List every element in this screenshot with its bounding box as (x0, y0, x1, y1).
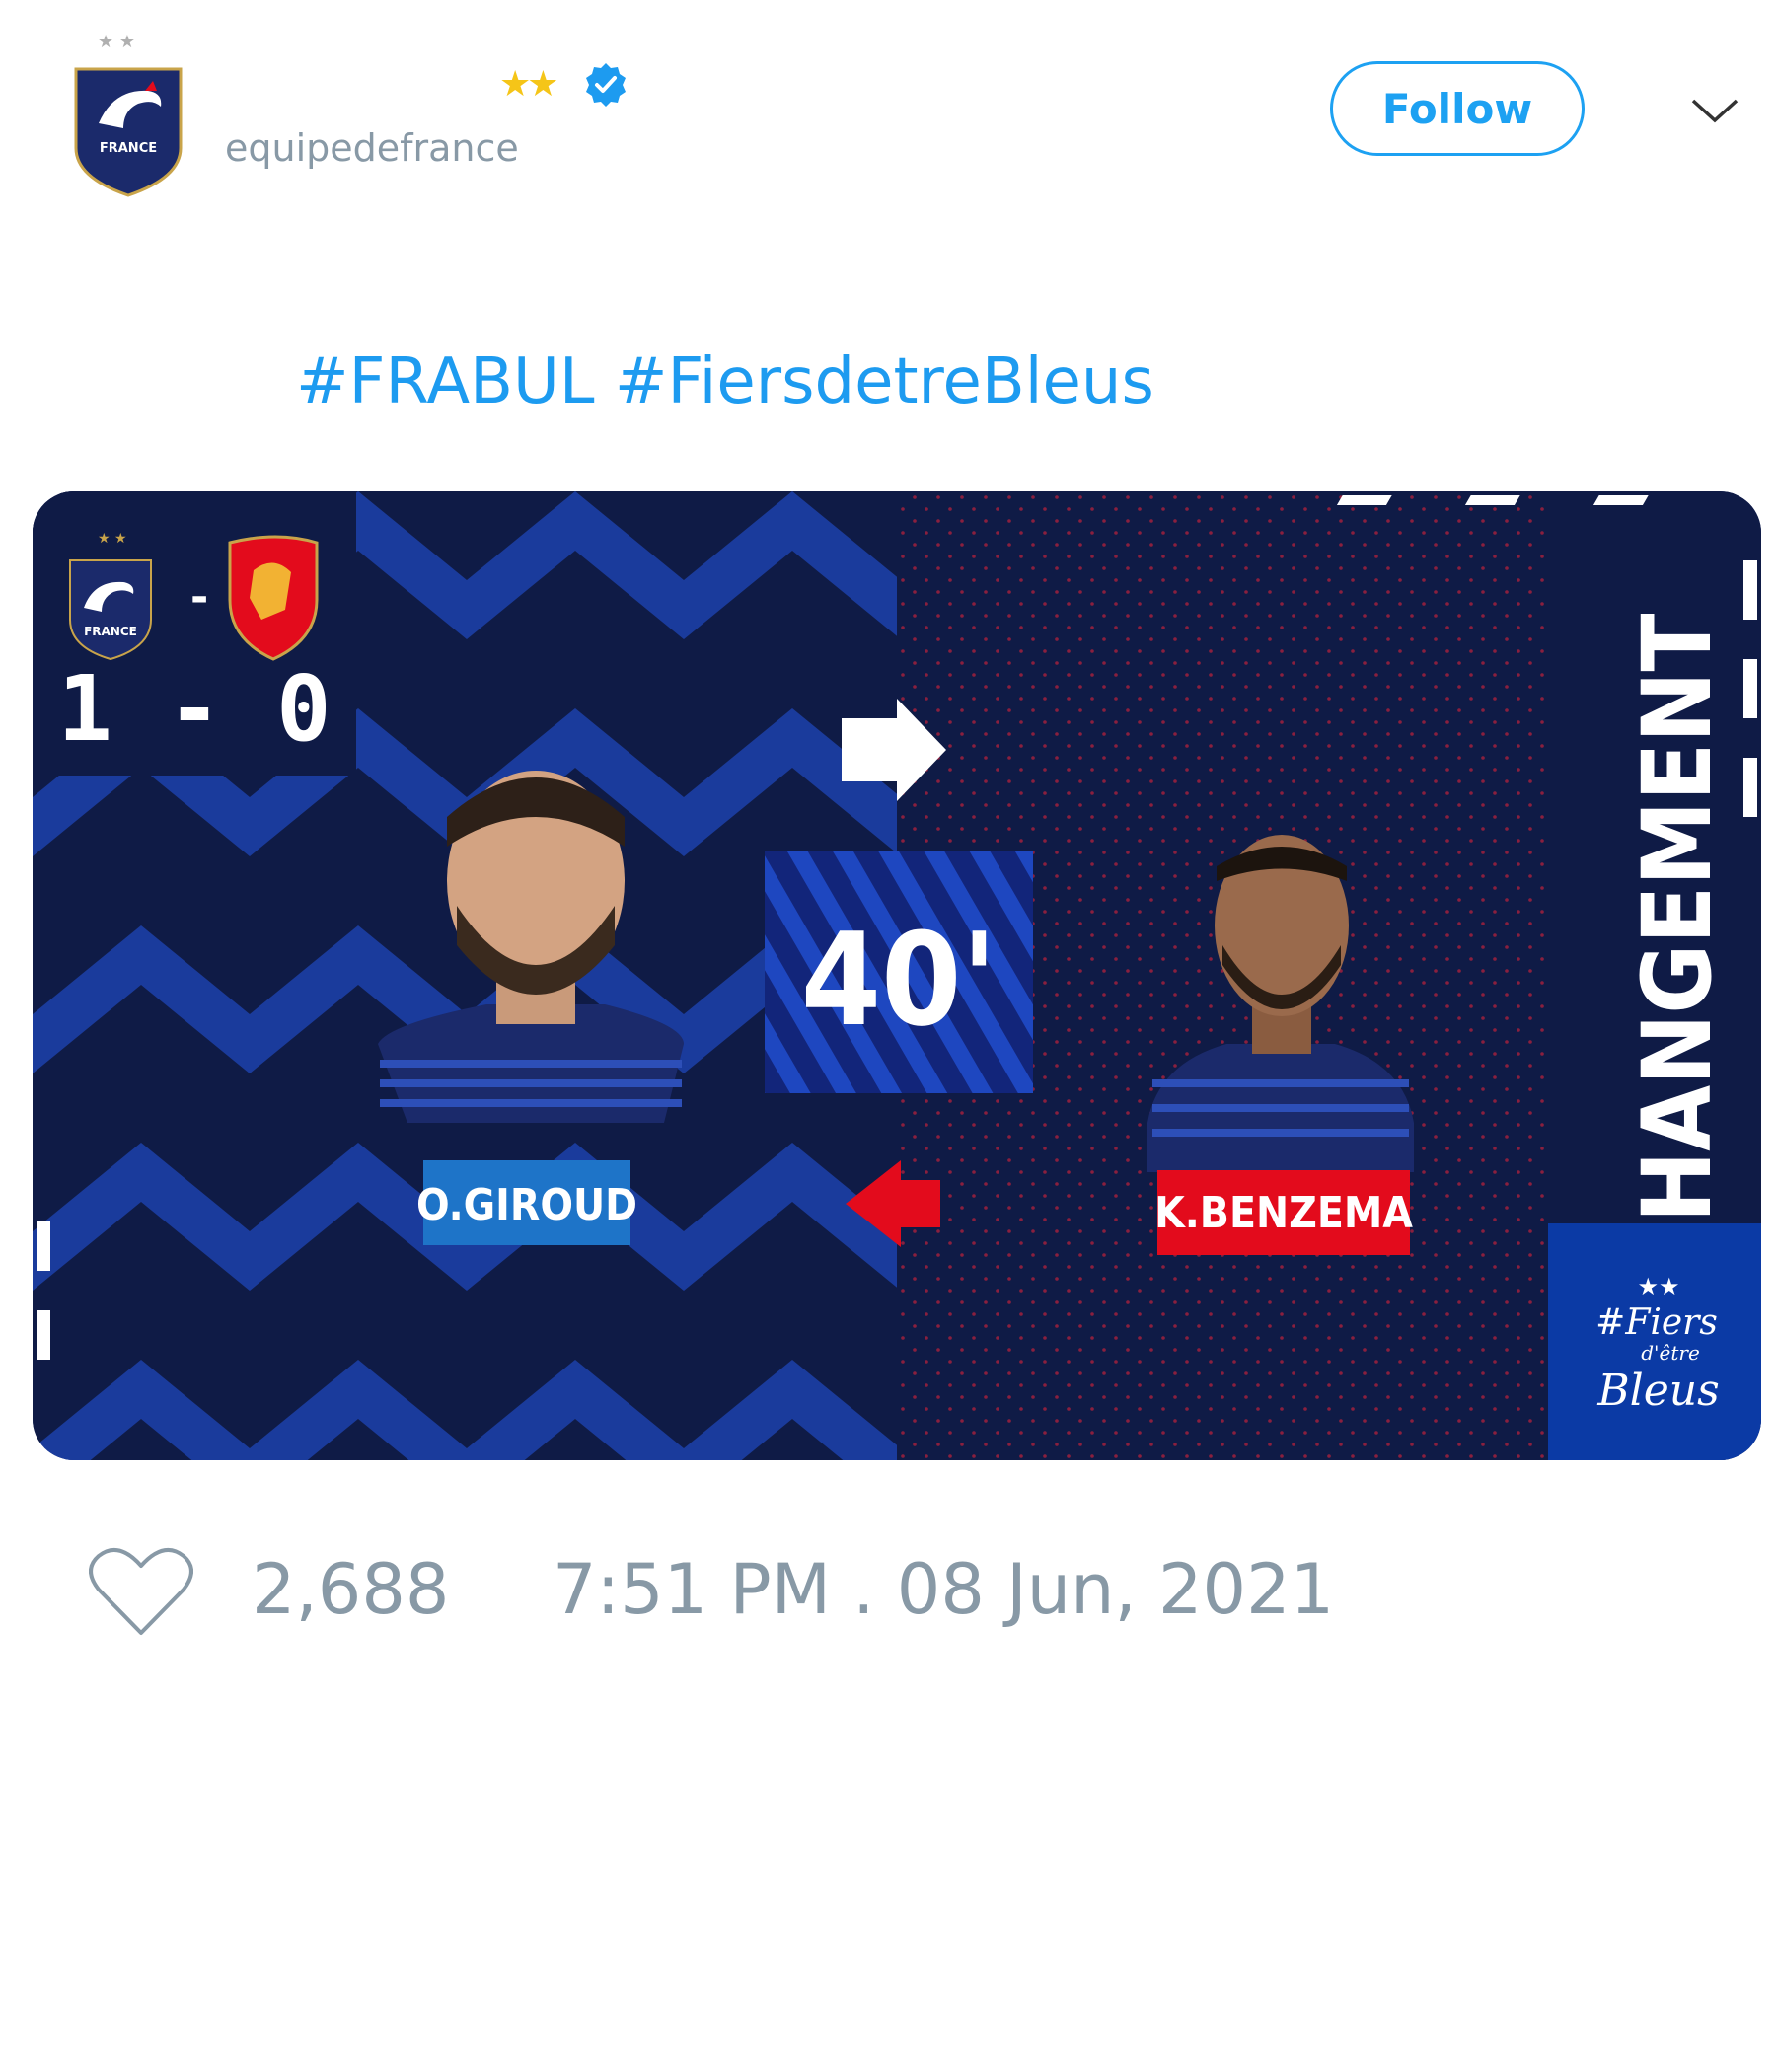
account-name-row[interactable]: ★★ (225, 57, 639, 112)
chevron-down-icon[interactable] (1689, 91, 1740, 130)
svg-text:★ ★: ★ ★ (98, 531, 127, 547)
player-in-name: K.BENZEMA (1154, 1188, 1413, 1238)
like-count: 2,688 (252, 1549, 450, 1630)
tweet-text: #FRABUL #FiersdetreBleus (296, 345, 1154, 418)
avatar-badge-text: FRANCE (100, 141, 157, 156)
scoreline: 1 - 0 (58, 656, 332, 762)
brand-stars: ★★ (1637, 1273, 1679, 1300)
brand-logo-line3: Bleus (1596, 1366, 1719, 1416)
svg-text:★ ★: ★ ★ (98, 32, 135, 52)
account-handle[interactable]: equipedefrance (225, 126, 519, 170)
headline-text: CHANGEMENT (1622, 613, 1733, 1285)
brand-logo-line2: d'être (1641, 1341, 1700, 1365)
heart-outline-icon[interactable] (89, 1544, 193, 1639)
account-avatar[interactable]: ★ ★ FRANCE (54, 30, 202, 197)
brand-logo-line1: #Fiers (1595, 1302, 1718, 1343)
svg-text:-: - (190, 572, 208, 623)
name-stars: ★★ (499, 64, 559, 105)
fff-crest-logo-icon: ★ ★ FRANCE (74, 32, 183, 197)
hashtag-link[interactable]: #FRABUL (296, 345, 595, 418)
tweet-media-image[interactable]: FRANCE ★ ★ - 1 - 0 40' O.GIROUD K.BENZEM… (33, 491, 1761, 1460)
follow-button[interactable]: Follow (1330, 61, 1585, 156)
tweet-timestamp[interactable]: 7:51 PM . 08 Jun, 2021 (553, 1549, 1334, 1630)
player-out-name: O.GIROUD (416, 1180, 637, 1230)
hashtag-link[interactable]: #FiersdetreBleus (615, 345, 1154, 418)
verified-badge-icon (586, 63, 626, 107)
france-crest-label: FRANCE (84, 625, 137, 638)
substitution-graphic: FRANCE ★ ★ - 1 - 0 40' O.GIROUD K.BENZEM… (33, 491, 1761, 1460)
match-minute: 40' (801, 905, 998, 1055)
